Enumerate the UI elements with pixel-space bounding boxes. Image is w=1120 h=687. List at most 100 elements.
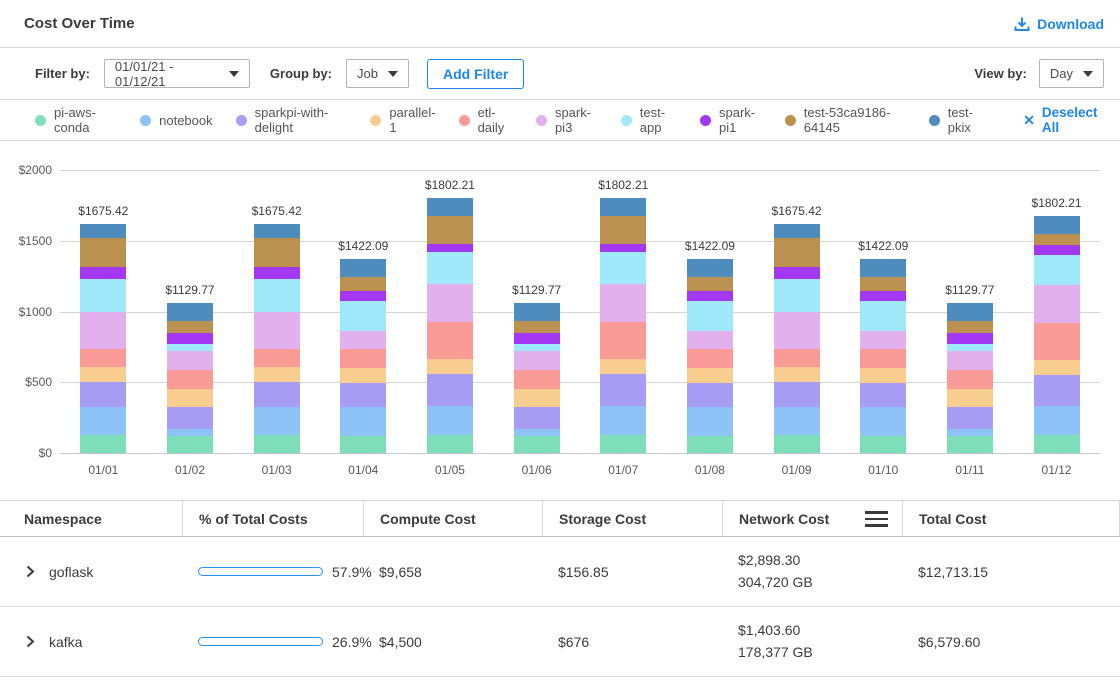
bar-segment-test-app[interactable]: [80, 279, 126, 312]
bar-segment-pi-aws-conda[interactable]: [254, 435, 300, 453]
bar-segment-test-pkix[interactable]: [947, 303, 993, 321]
bar-segment-test-53ca9186-64145[interactable]: [1034, 234, 1080, 245]
bar-segment-pi-aws-conda[interactable]: [340, 436, 386, 453]
bar-segment-test-app[interactable]: [254, 279, 300, 312]
add-filter-button[interactable]: Add Filter: [427, 59, 524, 89]
stacked-bar-01/04[interactable]: [340, 259, 386, 453]
column-header-compute-cost[interactable]: Compute Cost: [363, 501, 542, 536]
bar-segment-test-53ca9186-64145[interactable]: [687, 277, 733, 291]
bar-segment-sparkpi-with-delight[interactable]: [947, 407, 993, 428]
bar-segment-parallel-1[interactable]: [514, 389, 560, 407]
column-header-total-cost[interactable]: Total Cost: [902, 501, 1120, 536]
legend-item-notebook[interactable]: notebook: [140, 113, 213, 128]
bar-segment-spark-pi1[interactable]: [340, 291, 386, 301]
bar-segment-pi-aws-conda[interactable]: [80, 435, 126, 453]
bar-segment-spark-pi1[interactable]: [167, 333, 213, 344]
bar-segment-test-pkix[interactable]: [687, 259, 733, 278]
legend-item-parallel-1[interactable]: parallel-1: [370, 105, 435, 135]
bar-segment-spark-pi3[interactable]: [687, 331, 733, 350]
bar-segment-sparkpi-with-delight[interactable]: [774, 382, 820, 407]
bar-segment-spark-pi1[interactable]: [947, 333, 993, 344]
bar-segment-pi-aws-conda[interactable]: [687, 436, 733, 453]
bar-segment-test-53ca9186-64145[interactable]: [80, 238, 126, 266]
bar-segment-test-app[interactable]: [600, 252, 646, 284]
bar-segment-pi-aws-conda[interactable]: [600, 435, 646, 453]
bar-segment-spark-pi1[interactable]: [774, 267, 820, 280]
bar-segment-notebook[interactable]: [600, 406, 646, 435]
bar-segment-pi-aws-conda[interactable]: [1034, 435, 1080, 454]
bar-segment-test-53ca9186-64145[interactable]: [514, 321, 560, 332]
stacked-bar-01/05[interactable]: [427, 198, 473, 453]
bar-segment-test-app[interactable]: [1034, 255, 1080, 285]
bar-segment-etl-daily[interactable]: [340, 349, 386, 368]
bar-segment-test-pkix[interactable]: [1034, 216, 1080, 234]
bar-segment-notebook[interactable]: [860, 407, 906, 436]
column-header-namespace[interactable]: Namespace: [0, 501, 182, 536]
date-range-select[interactable]: 01/01/21 - 01/12/21: [104, 59, 250, 88]
bar-segment-notebook[interactable]: [167, 429, 213, 437]
bar-segment-test-53ca9186-64145[interactable]: [167, 321, 213, 332]
bar-segment-etl-daily[interactable]: [774, 349, 820, 368]
bar-segment-spark-pi3[interactable]: [1034, 285, 1080, 323]
bar-segment-test-53ca9186-64145[interactable]: [860, 277, 906, 291]
stacked-bar-01/07[interactable]: [600, 198, 646, 453]
bar-segment-sparkpi-with-delight[interactable]: [514, 407, 560, 428]
download-button[interactable]: Download: [1014, 16, 1104, 32]
legend-item-spark-pi1[interactable]: spark-pi1: [700, 105, 762, 135]
bar-segment-pi-aws-conda[interactable]: [167, 436, 213, 453]
stacked-bar-01/02[interactable]: [167, 303, 213, 453]
bar-segment-notebook[interactable]: [80, 407, 126, 435]
deselect-all-button[interactable]: ✕Deselect All: [1023, 105, 1104, 135]
bar-segment-spark-pi3[interactable]: [514, 351, 560, 370]
bar-segment-spark-pi3[interactable]: [80, 312, 126, 349]
bar-segment-sparkpi-with-delight[interactable]: [254, 382, 300, 407]
stacked-bar-01/03[interactable]: [254, 224, 300, 453]
bar-segment-notebook[interactable]: [947, 429, 993, 437]
bar-segment-spark-pi1[interactable]: [80, 267, 126, 280]
column-menu-icon[interactable]: [865, 511, 888, 527]
bar-segment-etl-daily[interactable]: [860, 349, 906, 368]
legend-item-sparkpi-with-delight[interactable]: sparkpi-with-delight: [236, 105, 348, 135]
bar-segment-etl-daily[interactable]: [80, 349, 126, 368]
bar-segment-test-pkix[interactable]: [254, 224, 300, 238]
bar-segment-test-app[interactable]: [947, 344, 993, 351]
bar-segment-parallel-1[interactable]: [254, 367, 300, 382]
stacked-bar-01/12[interactable]: [1034, 216, 1080, 453]
bar-segment-sparkpi-with-delight[interactable]: [1034, 375, 1080, 407]
bar-segment-etl-daily[interactable]: [514, 370, 560, 390]
bar-segment-pi-aws-conda[interactable]: [514, 436, 560, 453]
bar-segment-sparkpi-with-delight[interactable]: [687, 383, 733, 407]
bar-segment-test-app[interactable]: [687, 301, 733, 331]
bar-segment-parallel-1[interactable]: [947, 389, 993, 407]
bar-segment-parallel-1[interactable]: [427, 359, 473, 374]
bar-segment-parallel-1[interactable]: [80, 367, 126, 382]
bar-segment-parallel-1[interactable]: [167, 389, 213, 407]
bar-segment-test-app[interactable]: [427, 252, 473, 284]
legend-item-test-53ca9186-64145[interactable]: test-53ca9186-64145: [785, 105, 906, 135]
stacked-bar-01/08[interactable]: [687, 259, 733, 453]
bar-segment-test-pkix[interactable]: [860, 259, 906, 278]
column-header--of-total-costs[interactable]: % of Total Costs: [182, 501, 363, 536]
bar-segment-sparkpi-with-delight[interactable]: [600, 374, 646, 407]
bar-segment-spark-pi3[interactable]: [774, 312, 820, 349]
legend-item-etl-daily[interactable]: etl-daily: [459, 105, 513, 135]
bar-segment-notebook[interactable]: [1034, 406, 1080, 434]
stacked-bar-01/06[interactable]: [514, 303, 560, 453]
bar-segment-test-pkix[interactable]: [167, 303, 213, 321]
bar-segment-parallel-1[interactable]: [774, 367, 820, 382]
bar-segment-spark-pi1[interactable]: [427, 244, 473, 252]
column-header-network-cost[interactable]: Network Cost: [722, 501, 902, 536]
bar-segment-parallel-1[interactable]: [600, 359, 646, 374]
bar-segment-parallel-1[interactable]: [1034, 360, 1080, 375]
bar-segment-spark-pi3[interactable]: [340, 331, 386, 350]
bar-segment-spark-pi1[interactable]: [687, 291, 733, 301]
bar-segment-etl-daily[interactable]: [254, 349, 300, 368]
bar-segment-test-pkix[interactable]: [340, 259, 386, 278]
group-by-select[interactable]: Job: [346, 59, 409, 88]
bar-segment-spark-pi3[interactable]: [254, 312, 300, 349]
bar-segment-etl-daily[interactable]: [600, 322, 646, 359]
bar-segment-pi-aws-conda[interactable]: [860, 436, 906, 453]
bar-segment-spark-pi1[interactable]: [254, 267, 300, 280]
bar-segment-spark-pi1[interactable]: [860, 291, 906, 301]
bar-segment-notebook[interactable]: [687, 407, 733, 436]
